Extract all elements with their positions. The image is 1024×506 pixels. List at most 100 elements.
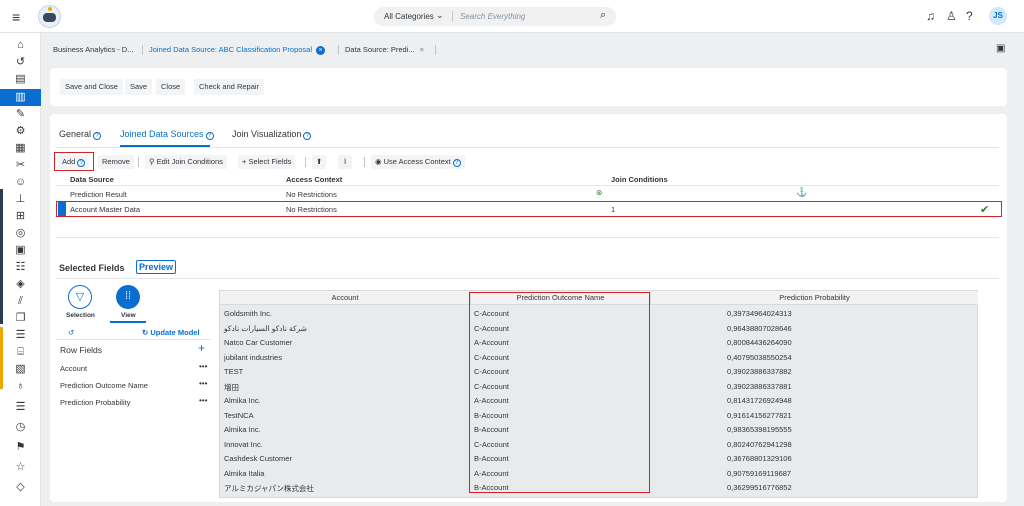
grid-cell: Goldsmith Inc. <box>224 309 272 318</box>
divider <box>305 157 306 167</box>
add-icon[interactable]: + <box>198 341 205 355</box>
tools-icon[interactable]: ✎ <box>0 106 41 123</box>
anchor-icon[interactable]: ⚓ <box>796 187 807 198</box>
history-icon[interactable]: ↺ <box>0 54 41 71</box>
search-bar[interactable]: All Categories ⌄ Search Everything ⌕ <box>374 7 616 26</box>
column-header[interactable]: Prediction Probability <box>650 291 978 305</box>
hierarchy-icon[interactable]: ⊥ <box>0 191 41 208</box>
analytics-icon[interactable]: ▥ <box>0 89 41 106</box>
search-category[interactable]: All Categories <box>384 12 434 21</box>
column-header[interactable]: Account <box>220 291 470 305</box>
home-icon[interactable]: ⌂ <box>0 37 41 54</box>
avatar[interactable]: JS <box>989 7 1007 25</box>
edit-join-conditions-button[interactable]: ⚲ Edit Join Conditions <box>145 155 227 169</box>
more-icon[interactable]: ••• <box>199 362 207 371</box>
arrow-down-icon: ⬇ <box>342 157 349 166</box>
more-icon[interactable]: ••• <box>199 396 207 405</box>
table-row-access: No Restrictions <box>286 190 337 199</box>
close-icon[interactable]: × <box>316 46 326 55</box>
grid-view-icon[interactable]: ⁞⁞ <box>116 285 140 309</box>
help-icon[interactable]: ? <box>303 132 312 140</box>
check-and-repair-button[interactable]: Check and Repair <box>194 79 265 95</box>
app-logo[interactable] <box>38 5 61 28</box>
move-down-button[interactable]: ⬇ <box>338 155 353 169</box>
close-icon[interactable]: × <box>420 45 424 54</box>
save-button[interactable]: Save <box>125 79 153 95</box>
select-fields-label: Select Fields <box>248 157 292 166</box>
grid-cell: 0,96438807028646 <box>727 323 792 333</box>
box-icon[interactable]: ◈ <box>0 276 41 293</box>
grid-cell: Almika Inc. <box>224 425 261 434</box>
join-status-icon[interactable]: ⊛ <box>596 188 602 197</box>
chevron-down-icon[interactable]: ⌄ <box>436 10 444 21</box>
tab-overview-icon[interactable]: ▣ <box>996 43 1005 54</box>
tab-label: Join Visualization <box>232 129 302 139</box>
tab-label: Data Source: Predi... <box>345 45 415 54</box>
move-up-button[interactable]: ⬆ <box>312 155 327 169</box>
folder-icon[interactable]: ▤ <box>0 71 41 88</box>
help-icon[interactable]: ? <box>452 159 461 167</box>
people-icon[interactable]: ☺ <box>0 174 41 191</box>
clock-icon[interactable]: ◷ <box>0 419 41 436</box>
help-icon[interactable]: ? <box>93 132 102 140</box>
field-item[interactable]: Account <box>60 364 87 373</box>
selection-label: Selection <box>66 312 95 319</box>
tab-data-source[interactable]: Data Source: Predi... × <box>345 45 424 54</box>
tag-icon[interactable]: ◇ <box>0 479 41 496</box>
save-and-close-button[interactable]: Save and Close <box>60 79 123 95</box>
org-icon[interactable]: ⊞ <box>0 208 41 225</box>
wrench-icon[interactable]: ✂ <box>0 157 41 174</box>
tab-general[interactable]: General? <box>59 129 102 140</box>
field-item[interactable]: Prediction Probability <box>60 398 130 407</box>
grid-cell: Almika Italia <box>224 468 265 478</box>
selected-fields-title[interactable]: Selected Fields <box>59 263 125 273</box>
calendar-icon[interactable]: ▣ <box>0 242 41 259</box>
list-icon[interactable]: ☰ <box>0 327 41 344</box>
hamburger-icon[interactable]: ≡ <box>12 9 20 25</box>
star-icon[interactable]: ☆ <box>0 459 41 476</box>
grid-cell: TEST <box>224 367 244 376</box>
document-icon[interactable]: ▦ <box>0 140 41 157</box>
field-item[interactable]: Prediction Outcome Name <box>60 381 148 390</box>
tab-join-visualization[interactable]: Join Visualization? <box>232 129 312 140</box>
more-icon[interactable]: ••• <box>199 379 207 388</box>
divider <box>56 185 999 186</box>
tab-label: Joined Data Source: ABC Classification P… <box>149 45 313 54</box>
ledger-icon[interactable]: ▧ <box>0 361 41 378</box>
settings-icon[interactable]: ⚙ <box>0 123 41 140</box>
task-list-icon[interactable]: ☰ <box>0 399 41 416</box>
toolbar: Save and Close Save Close Check and Repa… <box>50 68 1007 106</box>
use-access-context-button[interactable]: ◉ Use Access Context? <box>371 155 465 169</box>
tab-business-analytics[interactable]: Business Analytics - D... <box>53 45 133 54</box>
tab-joined-data-source[interactable]: Joined Data Source: ABC Classification P… <box>149 45 326 55</box>
search-input[interactable]: Search Everything <box>460 12 525 21</box>
remove-button[interactable]: Remove <box>98 155 134 169</box>
table-row-source[interactable]: Prediction Result <box>70 190 127 199</box>
search-icon[interactable]: ⌕ <box>600 9 606 22</box>
update-model-button[interactable]: ↻ Update Model <box>142 328 200 337</box>
copy-icon[interactable]: ❐ <box>0 310 41 327</box>
money-bag-icon[interactable]: ♁ <box>0 378 41 395</box>
person-icon[interactable]: ♙ <box>946 9 957 23</box>
help-icon[interactable]: ? <box>205 132 214 140</box>
main-panel: General? Joined Data Sources? Join Visua… <box>50 114 1007 502</box>
active-view-indicator <box>110 321 146 323</box>
bank-icon[interactable]: ⌸ <box>0 344 41 361</box>
select-fields-button[interactable]: + Select Fields <box>238 155 296 169</box>
view-label: View <box>121 312 136 319</box>
grid-cell: Almika Inc. <box>224 396 261 405</box>
reset-icon[interactable]: ↺ <box>68 328 74 337</box>
database-icon[interactable]: ◎ <box>0 225 41 242</box>
divider <box>56 147 999 148</box>
highlight-box <box>54 152 94 171</box>
tab-preview[interactable]: Preview <box>136 260 177 274</box>
tab-joined-data-sources[interactable]: Joined Data Sources? <box>120 129 214 140</box>
grid-cell: 0,91614156277821 <box>727 410 792 420</box>
filter-icon[interactable]: ▽ <box>68 285 92 309</box>
help-icon[interactable]: ? <box>966 9 973 23</box>
flag-icon[interactable]: ⚑ <box>0 439 41 456</box>
chart-icon[interactable]: ⫽ <box>0 293 41 310</box>
group-icon[interactable]: ☷ <box>0 259 41 276</box>
close-button[interactable]: Close <box>156 79 186 95</box>
bell-icon[interactable]: ♫ <box>926 9 935 23</box>
